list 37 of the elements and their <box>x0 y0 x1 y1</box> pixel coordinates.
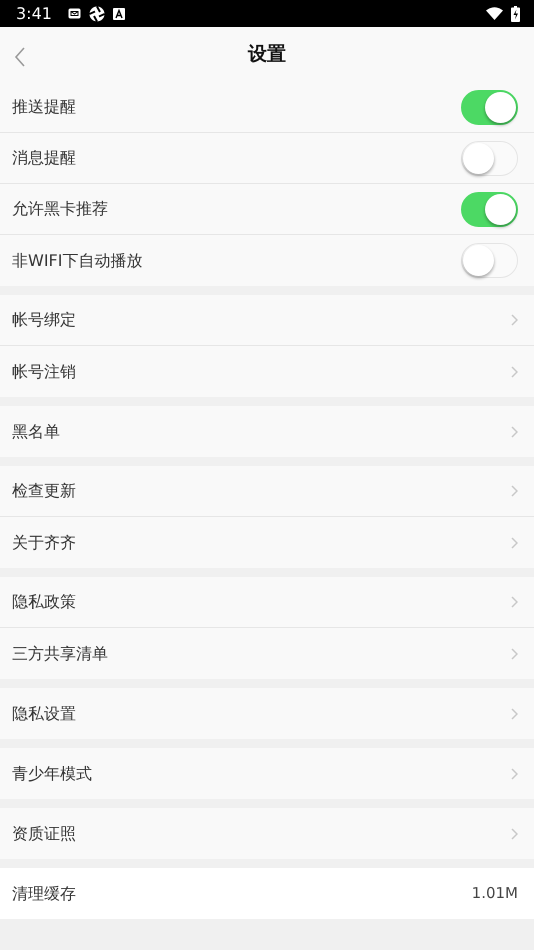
settings-row[interactable]: 关于齐齐 <box>0 517 534 568</box>
wifi-icon <box>486 7 503 20</box>
mail-icon <box>68 8 81 19</box>
settings-row[interactable]: 黑名单 <box>0 406 534 457</box>
setting-label: 推送提醒 <box>12 96 76 118</box>
settings-row[interactable]: 隐私设置 <box>0 688 534 739</box>
chevron-right-icon <box>511 426 518 438</box>
cache-size: 1.01M <box>472 883 518 904</box>
settings-row[interactable]: 检查更新 <box>0 466 534 517</box>
setting-label: 非WIFI下自动播放 <box>12 250 142 272</box>
settings-row[interactable]: 隐私政策 <box>0 577 534 628</box>
chevron-right-icon <box>511 828 518 840</box>
settings-row[interactable]: 清理缓存 1.01M <box>0 868 534 919</box>
settings-row[interactable]: 青少年模式 <box>0 748 534 799</box>
settings-row[interactable]: 资质证照 <box>0 808 534 859</box>
chevron-right-icon <box>511 596 518 608</box>
toggle-switch[interactable] <box>461 90 518 124</box>
chevron-right-icon <box>511 536 518 548</box>
page-title: 设置 <box>248 42 286 68</box>
toggle-switch[interactable] <box>461 140 518 176</box>
toggle-switch[interactable] <box>461 192 518 226</box>
settings-row[interactable]: 帐号注销 <box>0 346 534 397</box>
settings-row[interactable]: 三方共享清单 <box>0 628 534 679</box>
chevron-right-icon <box>511 708 518 720</box>
font-icon <box>112 8 125 20</box>
setting-label: 消息提醒 <box>12 147 76 169</box>
status-time: 3:41 <box>16 2 52 24</box>
settings-row[interactable]: 帐号绑定 <box>0 295 534 346</box>
chevron-right-icon <box>511 768 518 780</box>
toggle-switch[interactable] <box>461 243 518 278</box>
chevron-right-icon <box>511 485 518 497</box>
battery-charging-icon <box>511 6 520 22</box>
chevron-right-icon <box>511 366 518 378</box>
aperture-icon <box>88 6 105 22</box>
chevron-right-icon <box>511 648 518 660</box>
setting-label: 允许黑卡推荐 <box>12 198 108 220</box>
chevron-right-icon <box>511 314 518 326</box>
